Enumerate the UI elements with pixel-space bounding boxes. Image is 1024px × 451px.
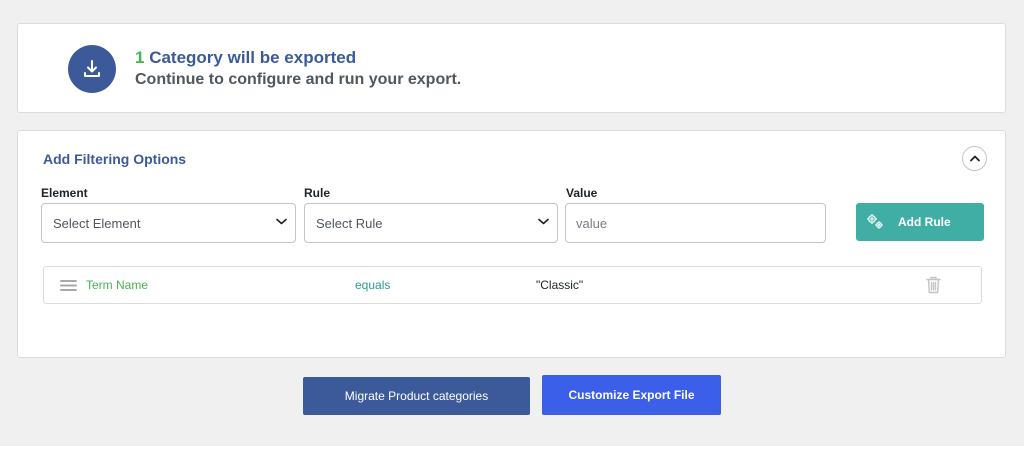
add-rule-label: Add Rule: [898, 215, 951, 229]
export-count-title: 1 Category will be exported: [135, 48, 356, 68]
element-select-value: Select Element: [53, 215, 141, 231]
export-subtitle: Continue to configure and run your expor…: [135, 71, 462, 88]
trash-icon[interactable]: [926, 276, 941, 294]
download-icon: [68, 45, 116, 93]
add-rule-button[interactable]: Add Rule: [856, 203, 984, 241]
rule-select-value: Select Rule: [316, 215, 383, 231]
value-input[interactable]: [565, 203, 826, 243]
element-label: Element: [41, 186, 88, 200]
rule-value-text: "Classic": [536, 278, 584, 292]
rule-operator-text: equals: [355, 278, 391, 292]
migrate-product-categories-button[interactable]: Migrate Product categories: [303, 377, 530, 415]
element-select[interactable]: Select Element: [41, 203, 296, 243]
collapse-panel-button[interactable]: [962, 146, 987, 171]
gears-icon: [867, 214, 883, 229]
chevron-up-icon: [969, 155, 980, 162]
chevron-down-icon: [276, 218, 287, 225]
page-bottom-strip: [0, 446, 1024, 451]
filtering-options-panel: Add Filtering Options Element Rule Value…: [17, 130, 1006, 358]
drag-handle-icon[interactable]: [60, 279, 77, 292]
rule-select[interactable]: Select Rule: [304, 203, 558, 243]
chevron-down-icon: [538, 218, 549, 225]
value-label: Value: [566, 186, 598, 200]
filtering-options-title: Add Filtering Options: [43, 151, 187, 167]
filter-rule-row[interactable]: Term Name equals "Classic": [43, 266, 982, 304]
export-summary-card: 1 Category will be exported Continue to …: [17, 23, 1006, 113]
rule-element-text: Term Name: [86, 278, 149, 292]
export-title-text: Category will be exported: [144, 48, 357, 67]
rule-label: Rule: [304, 186, 331, 200]
customize-export-file-button[interactable]: Customize Export File: [542, 375, 721, 415]
